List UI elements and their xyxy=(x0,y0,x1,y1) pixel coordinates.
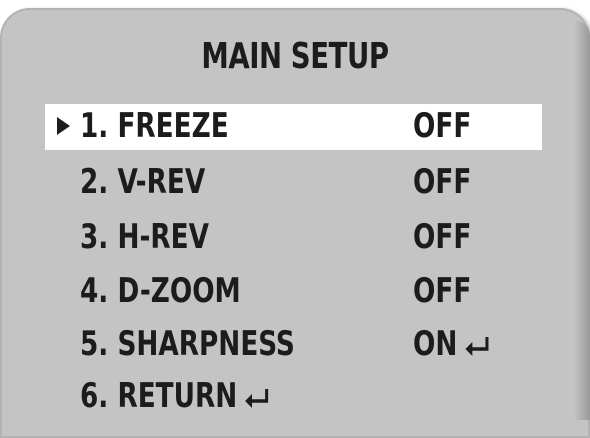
enter-arrow-icon xyxy=(242,386,270,410)
menu-item-value: OFF xyxy=(413,217,472,257)
menu-item-value-with-submenu: ON xyxy=(413,324,490,364)
menu-item-label: 3. H-REV xyxy=(80,217,209,257)
menu-item-label: 2. V-REV xyxy=(80,162,206,202)
menu-item-label: 6. RETURN xyxy=(80,376,238,416)
menu-item-value: OFF xyxy=(413,271,472,311)
menu-item-v-rev[interactable]: 2. V-REV OFF xyxy=(0,160,590,206)
menu-item-value: ON xyxy=(413,324,458,364)
menu-item-label: 1. FREEZE xyxy=(80,106,229,146)
menu-item-d-zoom[interactable]: 4. D-ZOOM OFF xyxy=(0,269,590,315)
menu-item-sharpness[interactable]: 5. SHARPNESS ON xyxy=(0,322,590,368)
menu-item-value: OFF xyxy=(413,106,472,146)
menu-title: MAIN SETUP xyxy=(201,36,389,77)
menu-item-freeze[interactable]: 1. FREEZE OFF xyxy=(0,104,590,150)
menu-item-label-with-submenu: 6. RETURN xyxy=(80,376,270,416)
menu-item-value: OFF xyxy=(413,162,472,202)
menu-item-h-rev[interactable]: 3. H-REV OFF xyxy=(0,215,590,261)
triangle-right-icon xyxy=(57,117,70,135)
menu-item-label: 4. D-ZOOM xyxy=(80,271,241,311)
enter-arrow-icon xyxy=(463,334,491,358)
menu-item-label: 5. SHARPNESS xyxy=(80,324,295,364)
menu-item-return[interactable]: 6. RETURN xyxy=(0,374,590,420)
